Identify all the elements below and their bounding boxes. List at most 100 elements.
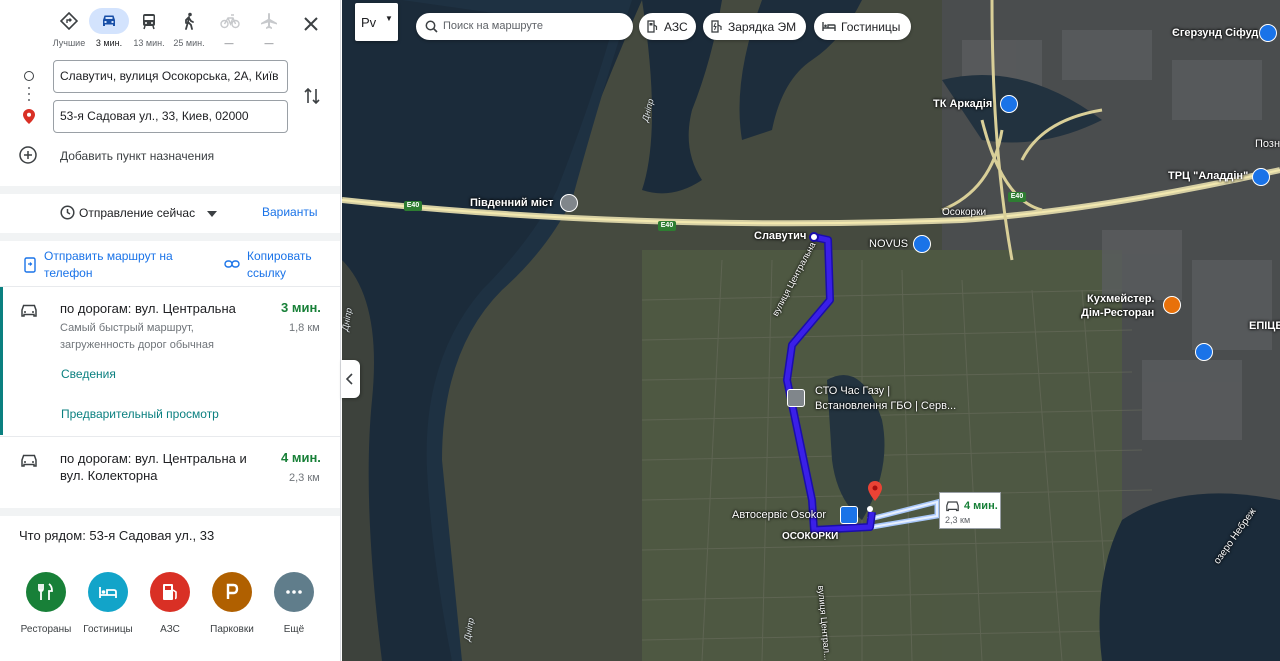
shopping-pin-icon[interactable] (1252, 168, 1270, 186)
collapse-panel-button[interactable] (341, 360, 360, 398)
chip-ev-charging[interactable]: Зарядка ЭМ (703, 13, 806, 40)
transit-icon (129, 8, 169, 34)
autoservice-pin-icon[interactable] (840, 506, 858, 524)
phone-send-icon (24, 257, 36, 273)
destination-marker-icon[interactable] (868, 481, 882, 506)
label-slavutych[interactable]: Славутич (754, 230, 806, 242)
add-destination-label: Добавить пункт назначения (60, 149, 215, 163)
ev-charging-icon (711, 20, 722, 33)
label-sto[interactable]: СТО Час Газу | (815, 385, 890, 397)
close-icon[interactable] (300, 13, 322, 35)
route-search-input[interactable]: Поиск на маршруте (416, 13, 633, 40)
label-aladdin[interactable]: ТРЦ "Аладдін" (1168, 170, 1248, 182)
copy-link-label: Копировать (247, 249, 312, 263)
section-divider (0, 186, 340, 194)
label-novus[interactable]: NOVUS (869, 238, 908, 250)
label-osokorky-top[interactable]: Осокорки (942, 207, 986, 218)
route-description: загруженность дорог обычная (60, 339, 214, 351)
add-circle-icon (19, 146, 37, 164)
car-icon (89, 8, 129, 34)
satellite-map[interactable]: Рv ▼ Поиск на маршруте АЗС Зарядка ЭМ Го… (342, 0, 1280, 661)
chip-label: Зарядка ЭМ (728, 20, 797, 34)
route-eta-box[interactable]: 4 мин. 2,3 км (939, 492, 1001, 529)
nearby-gas-button[interactable]: АЗС (140, 572, 200, 635)
mode-bicycle[interactable]: — (209, 8, 249, 52)
route-option-selected[interactable]: по дорогам: вул. Центральна 3 мин. 1,8 к… (0, 287, 340, 437)
details-link[interactable]: Сведения (61, 367, 116, 381)
mode-label: 25 мин. (173, 38, 205, 48)
origin-input[interactable]: Славутич, вулиця Осокорська, 2А, Київ (53, 60, 288, 93)
options-link[interactable]: Варианты (262, 205, 317, 219)
link-icon (224, 260, 240, 268)
nearby-label: АЗС (160, 624, 180, 635)
add-destination-button[interactable]: Добавить пункт назначения (18, 145, 214, 167)
route-dot (28, 99, 30, 101)
origin-dot-icon (24, 71, 34, 81)
route-dot (28, 87, 30, 89)
nearby-label: Гостиницы (83, 624, 133, 635)
label-south-bridge[interactable]: Південний міст (470, 197, 553, 209)
label-kuhmeister[interactable]: Кухмейстер. (1087, 293, 1155, 305)
eta-time: 4 мин. (964, 500, 998, 512)
restaurant-pin-icon[interactable] (1163, 296, 1181, 314)
clock-icon (60, 205, 75, 220)
shopping-pin-icon[interactable] (1000, 95, 1018, 113)
hotel-icon (88, 572, 128, 612)
copy-link-label: ссылку (247, 266, 287, 280)
label-autoservice[interactable]: Автосервіс Osokor (732, 509, 826, 521)
chevron-left-icon (346, 373, 353, 385)
section-divider (0, 508, 340, 516)
shopping-pin-icon[interactable] (913, 235, 931, 253)
chip-gas-stations[interactable]: АЗС (639, 13, 696, 40)
destination-input[interactable]: 53-я Садовая ул., 33, Киев, 02000 (53, 100, 288, 133)
send-to-phone-label: Отправить маршрут на (44, 249, 173, 263)
nearby-hotels-button[interactable]: Гостиницы (78, 572, 138, 635)
route-description: Самый быстрый маршрут, (60, 322, 194, 334)
hotel-icon (822, 22, 836, 31)
gas-station-icon (150, 572, 190, 612)
road-shield-e40: E40 (658, 221, 676, 231)
mode-flight[interactable]: — (249, 8, 289, 52)
home-pin-icon[interactable] (1195, 343, 1213, 361)
bridge-pin-icon[interactable] (560, 194, 578, 212)
route-distance: 1,8 км (289, 322, 320, 334)
send-to-phone-label: телефон (44, 266, 93, 280)
search-icon (425, 20, 438, 33)
route-option[interactable]: по дорогам: вул. Центральна и вул. Колек… (0, 437, 340, 507)
caret-down-icon (207, 211, 217, 217)
label-sifud[interactable]: Єгерзунд Сіфуд (1172, 27, 1258, 39)
travel-mode-bar: Лучшие 3 мин. 13 мин. 25 мин. — — (0, 0, 340, 58)
label-arkadia[interactable]: ТК Аркадія (933, 98, 992, 110)
car-icon (20, 453, 38, 474)
mode-car[interactable]: 3 мин. (89, 8, 129, 52)
map-imagery (342, 0, 1280, 661)
nearby-parking-button[interactable]: Парковки (202, 572, 262, 635)
label-sto[interactable]: Встановлення ГБО | Серв... (815, 400, 956, 412)
label-epicenter[interactable]: ЕПІЦЕНТ (1249, 320, 1280, 332)
route-title: по дорогам: вул. Центральна (60, 301, 236, 316)
mode-label: — (224, 38, 234, 48)
nearby-restaurants-button[interactable]: Рестораны (16, 572, 76, 635)
mode-label: Лучшие (52, 38, 86, 48)
route-title: по дорогам: вул. Центральна и (60, 451, 247, 466)
search-placeholder: Поиск на маршруте (443, 20, 543, 32)
chip-hotels[interactable]: Гостиницы (814, 13, 911, 40)
mode-transit[interactable]: 13 мин. (129, 8, 169, 52)
service-pin-icon[interactable] (787, 389, 805, 407)
label-kuhmeister[interactable]: Дім-Ресторан (1081, 307, 1154, 319)
directions-panel: Лучшие 3 мин. 13 мин. 25 мин. — — Славут… (0, 0, 341, 661)
preview-link[interactable]: Предварительный просмотр (61, 407, 219, 421)
nearby-label: Ещё (283, 624, 305, 635)
nearby-more-button[interactable]: Ещё (264, 572, 324, 635)
bicycle-icon (209, 8, 249, 34)
route-dot (28, 93, 30, 95)
swap-icon[interactable] (302, 85, 322, 107)
shopping-pin-icon[interactable] (1259, 24, 1277, 42)
nearby-label: Рестораны (20, 624, 72, 635)
mode-best[interactable]: Лучшие (49, 8, 89, 52)
chip-label: АЗС (664, 20, 688, 34)
label-pozn[interactable]: Позн (1255, 138, 1280, 150)
map-layer-button[interactable]: Рv ▼ (355, 3, 398, 41)
mode-walk[interactable]: 25 мин. (169, 8, 209, 52)
more-icon (274, 572, 314, 612)
